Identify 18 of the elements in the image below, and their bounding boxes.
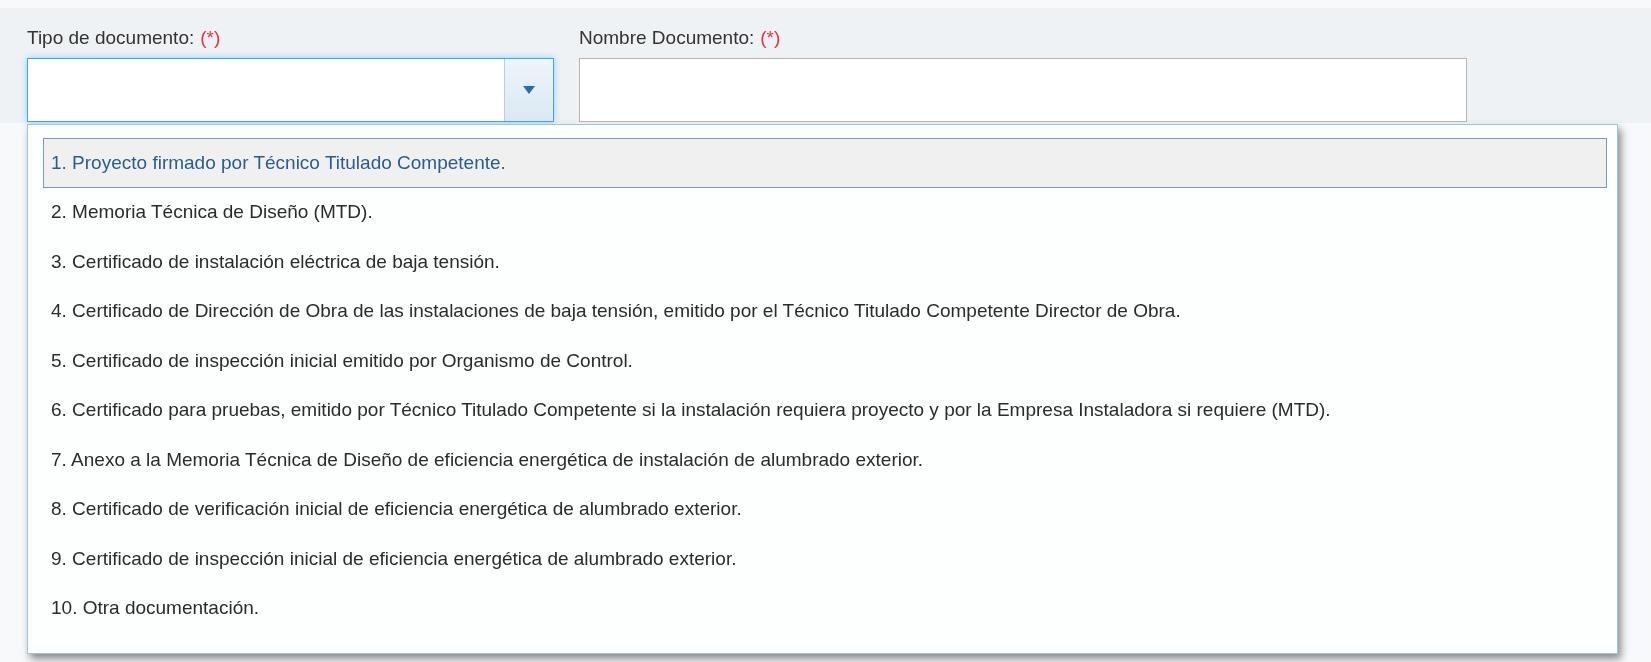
- dropdown-option[interactable]: 10. Otra documentación.: [43, 583, 1607, 633]
- dropdown-option[interactable]: 3. Certificado de instalación eléctrica de baja tensión.: [43, 237, 1607, 287]
- document-type-select[interactable]: [27, 58, 554, 122]
- dropdown-option[interactable]: 8. Certificado de verificación inicial de eficiencia energética de alumbrado exterior.: [43, 484, 1607, 534]
- dropdown-option[interactable]: 9. Certificado de inspección inicial de eficiencia energética de alumbrado exterior.: [43, 534, 1607, 584]
- required-mark: (*): [200, 27, 221, 49]
- dropdown-option[interactable]: 2. Memoria Técnica de Diseño (MTD).: [43, 187, 1607, 237]
- dropdown-toggle[interactable]: [504, 59, 553, 121]
- dropdown-option[interactable]: 4. Certificado de Dirección de Obra de las instalaciones de baja tensión, emitido por el Técnico Titulado Competente Director de Obra.: [43, 286, 1607, 336]
- document-name-input[interactable]: [579, 58, 1467, 122]
- caret-icon: [523, 86, 535, 94]
- required-mark: (*): [760, 27, 781, 49]
- dropdown-option[interactable]: 7. Anexo a la Memoria Técnica de Diseño de eficiencia energética de instalación de alumbrado exterior.: [43, 435, 1607, 485]
- field-label: Nombre Documento:: [579, 27, 755, 49]
- field-label: Tipo de documento:: [27, 27, 195, 49]
- dropdown-option[interactable]: 6. Certificado para pruebas, emitido por Técnico Titulado Competente si la instalación requiera proyecto y por la Empresa Instaladora si requiere (MTD).: [43, 385, 1607, 435]
- dropdown-option[interactable]: 1. Proyecto firmado por Técnico Titulado Competente.: [43, 138, 1607, 188]
- dropdown-option[interactable]: 5. Certificado de inspección inicial emitido por Organismo de Control.: [43, 336, 1607, 386]
